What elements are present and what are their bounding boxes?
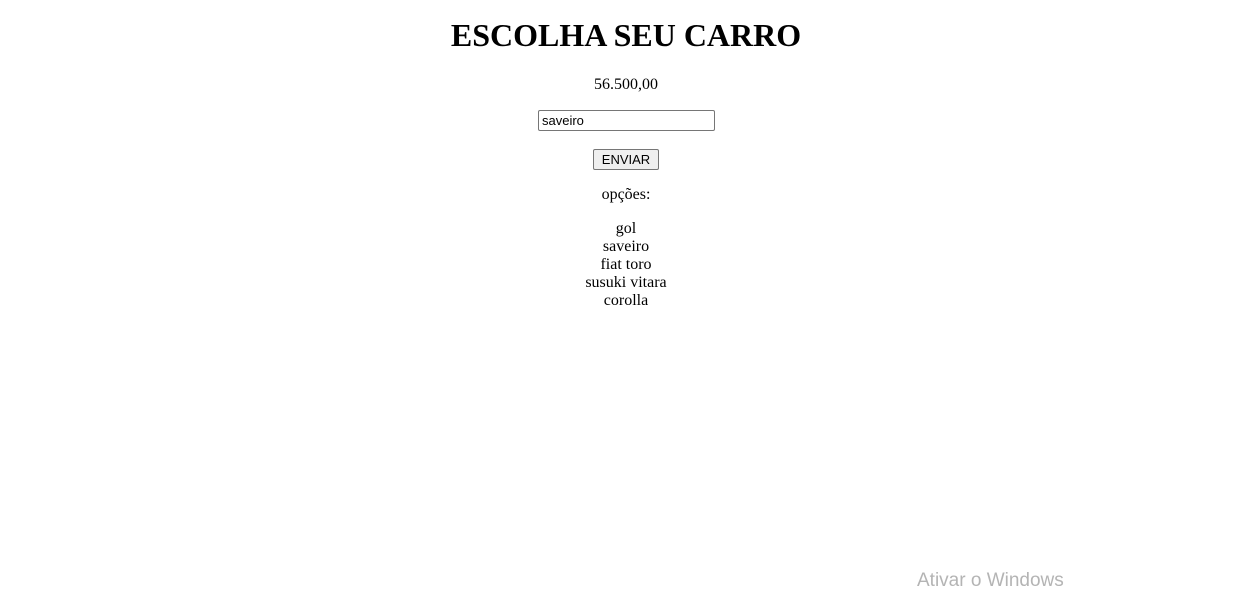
send-button[interactable]: ENVIAR	[593, 149, 659, 170]
option-item-susuki-vitara: susuki vitara	[585, 274, 667, 291]
option-item-fiat-toro: fiat toro	[600, 256, 652, 273]
option-item-gol: gol	[615, 220, 637, 237]
options-label: opções:	[601, 186, 651, 203]
option-item-corolla: corolla	[603, 292, 649, 309]
windows-activation-watermark: Ativar o Windows	[917, 570, 1064, 591]
page-title: ESCOLHA SEU CARRO	[450, 17, 802, 53]
price-display: 56.500,00	[594, 76, 658, 93]
car-input[interactable]	[538, 110, 715, 131]
option-item-saveiro: saveiro	[602, 238, 650, 255]
options-list: gol saveiro fiat toro susuki vitara coro…	[0, 220, 1252, 310]
